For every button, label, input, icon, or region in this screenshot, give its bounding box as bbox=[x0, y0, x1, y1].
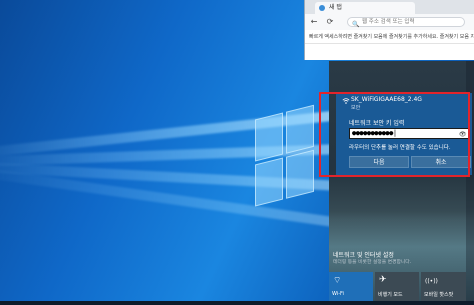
wifi-tile-label: Wi-Fi bbox=[332, 291, 344, 297]
address-bar-row: ← ⟳ 🔍 웹 주소 검색 또는 입력 bbox=[305, 14, 474, 30]
taskbar bbox=[0, 301, 474, 305]
tab-favicon-icon bbox=[319, 5, 325, 11]
tab-title: 새 탭 bbox=[329, 4, 342, 11]
hotspot-tile[interactable]: ((•)) 모바일 핫스팟 bbox=[421, 272, 466, 302]
airplane-mode-tile[interactable]: ✈ 비행기 모드 bbox=[375, 272, 419, 302]
tab-new[interactable]: 새 탭 bbox=[315, 2, 415, 14]
wifi-icon: ⌔ bbox=[333, 276, 342, 286]
windows-logo bbox=[255, 104, 315, 210]
airplane-tile-label: 비행기 모드 bbox=[378, 292, 403, 298]
highlight-box bbox=[319, 92, 470, 177]
hotspot-tile-label: 모바일 핫스팟 bbox=[424, 292, 454, 298]
refresh-button[interactable]: ⟳ bbox=[325, 17, 335, 27]
airplane-icon: ✈ bbox=[379, 275, 387, 285]
wifi-tile[interactable]: ⌔ Wi-Fi bbox=[329, 272, 373, 302]
hotspot-icon: ((•)) bbox=[425, 278, 438, 285]
tab-bar: 새 탭 bbox=[305, 0, 474, 14]
back-button[interactable]: ← bbox=[309, 17, 319, 27]
address-placeholder: 웹 주소 검색 또는 입력 bbox=[362, 19, 415, 25]
favorites-bar[interactable]: 빠르게 액세스하려면 즐겨찾기 모음에 즐겨찾기를 추가하세요. 즐겨찾기 모음… bbox=[305, 30, 474, 44]
search-icon: 🔍 bbox=[352, 21, 360, 28]
address-input[interactable]: 🔍 웹 주소 검색 또는 입력 bbox=[347, 17, 465, 28]
network-settings-description: 테더링 등을 비롯한 설정을 변경합니다. bbox=[333, 260, 412, 265]
browser-window: 새 탭 ← ⟳ 🔍 웹 주소 검색 또는 입력 빠르게 액세스하려면 즐겨찾기 … bbox=[304, 0, 474, 60]
